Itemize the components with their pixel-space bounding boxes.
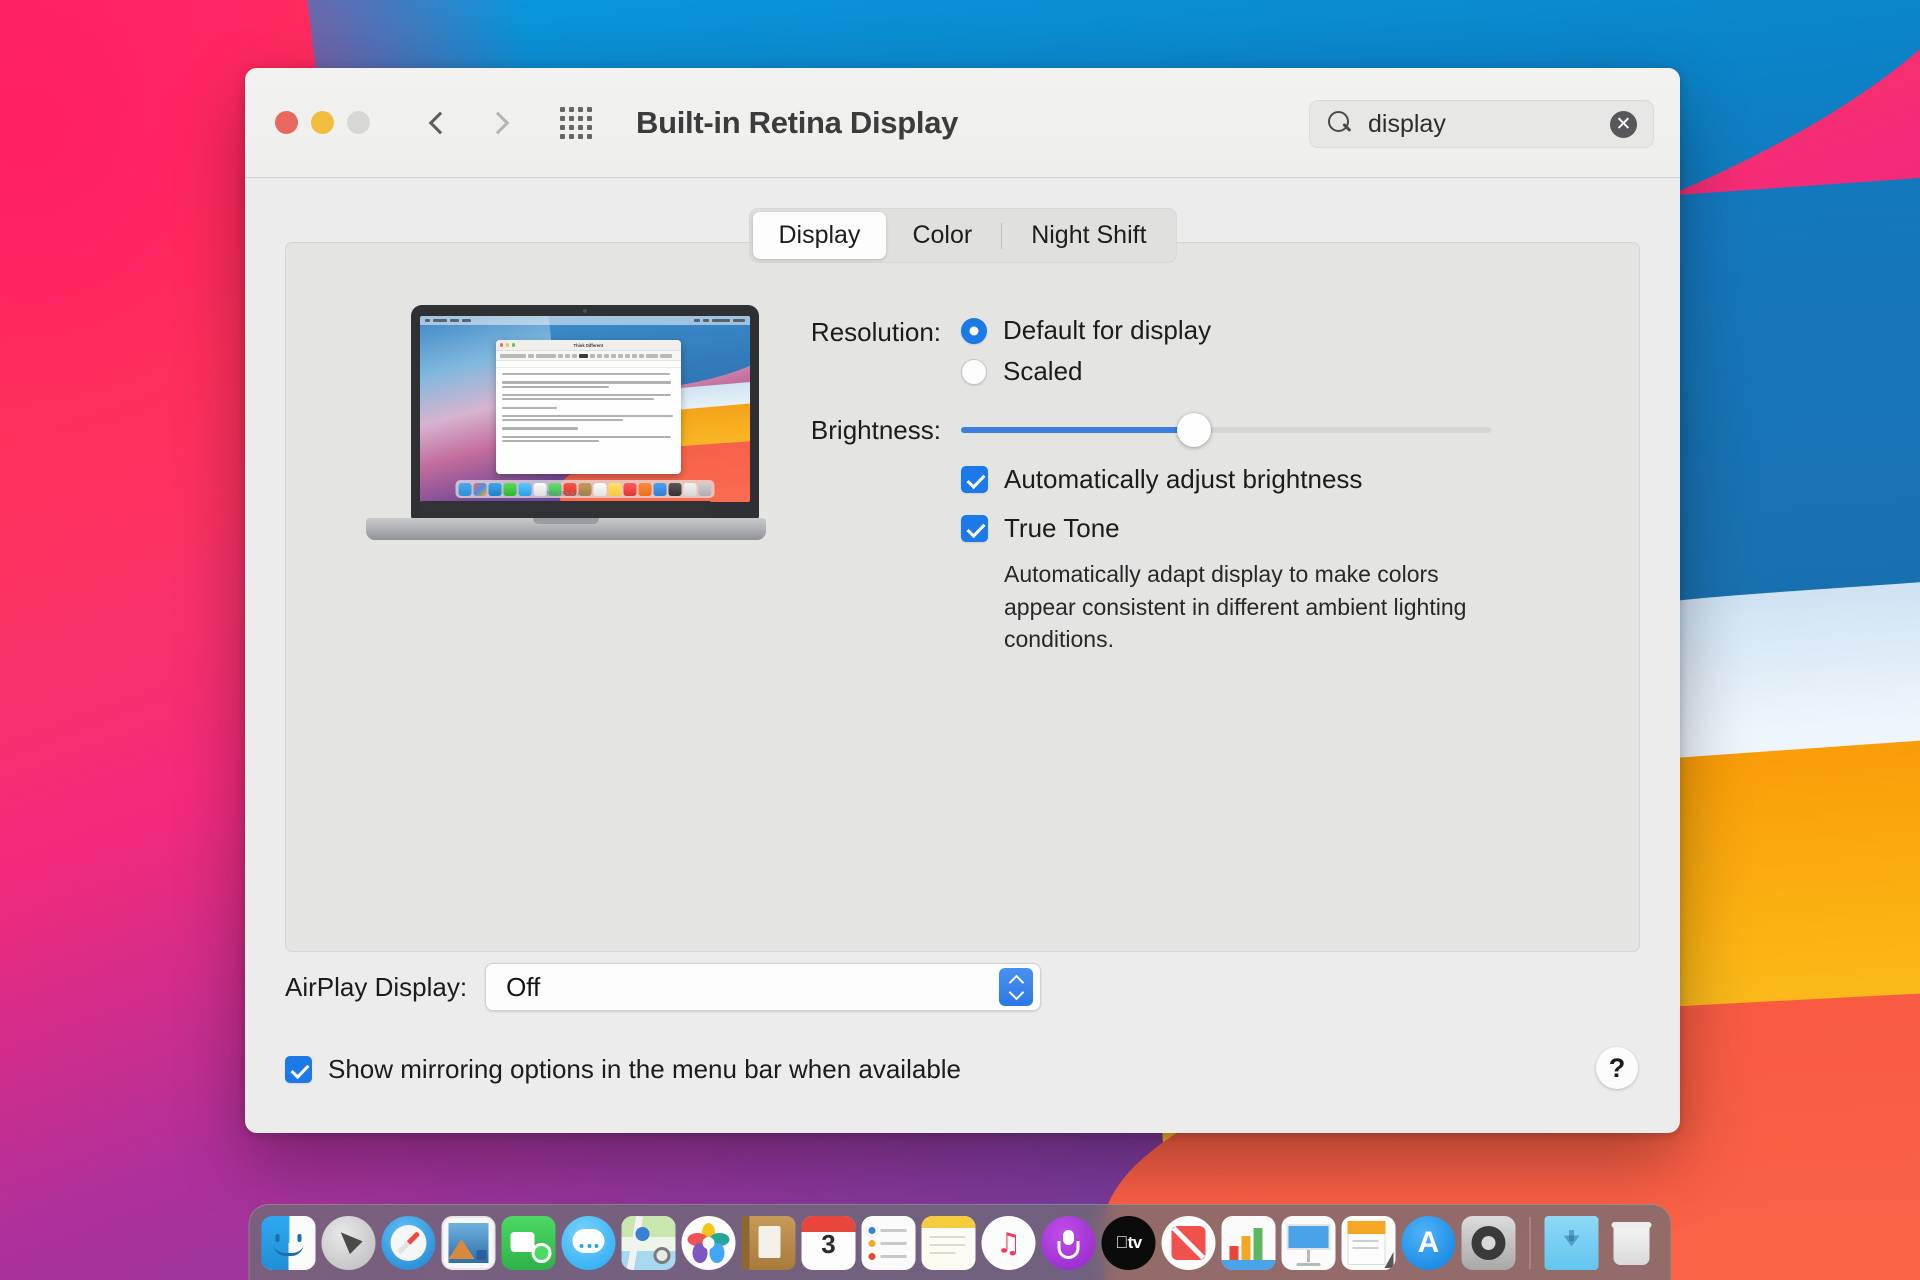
textedit-body-text [496, 368, 681, 449]
search-icon [1328, 111, 1354, 137]
dock-item-launchpad[interactable] [321, 1215, 376, 1270]
brightness-row: Brightness: [791, 412, 1571, 447]
display-controls: Resolution: Default for display Scaled B… [791, 315, 1571, 656]
chevron-updown-icon[interactable] [999, 968, 1034, 1006]
dock-item-messages[interactable] [561, 1215, 616, 1270]
checkbox-checked-icon[interactable] [961, 466, 988, 493]
desktop-wallpaper: Built-in Retina Display display ✕ Displa… [0, 0, 1920, 1280]
close-button[interactable] [275, 111, 298, 134]
macbook-menubar [420, 316, 750, 325]
chevron-left-icon [428, 111, 452, 134]
dock-item-music[interactable]: ♫ [981, 1215, 1036, 1270]
macbook-base [366, 518, 766, 540]
auto-brightness-label: Automatically adjust brightness [1004, 464, 1363, 494]
tab-color[interactable]: Color [886, 212, 998, 259]
minimize-button[interactable] [311, 111, 334, 134]
dock-item-system-preferences[interactable] [1461, 1215, 1516, 1270]
page-title: Built-in Retina Display [636, 104, 959, 140]
preferences-body: Display Color Night Shift Think Differen… [245, 178, 1680, 1133]
resolution-row: Resolution: Default for display Scaled [791, 315, 1571, 397]
true-tone-description: Automatically adapt display to make colo… [1004, 561, 1467, 653]
dock-item-tv[interactable]: tv [1101, 1215, 1156, 1270]
dock-item-maps[interactable] [621, 1215, 676, 1270]
airplay-select[interactable]: Off [485, 963, 1042, 1011]
brightness-label: Brightness: [810, 415, 941, 445]
textedit-toolbar [495, 351, 681, 362]
dock-item-pages[interactable] [1341, 1215, 1396, 1270]
dock-item-notes[interactable] [921, 1215, 976, 1270]
airplay-label: AirPlay Display: [285, 971, 468, 1002]
brightness-slider[interactable] [961, 412, 1491, 447]
back-button[interactable] [418, 99, 462, 147]
textedit-document-title: Think Different [573, 342, 604, 348]
checkbox-true-tone[interactable]: True Tone [961, 513, 1571, 544]
dock-item-safari[interactable] [381, 1215, 436, 1270]
traffic-light-group [275, 111, 370, 134]
zoom-button [347, 111, 370, 134]
dock-item-contacts[interactable] [741, 1215, 796, 1270]
search-input[interactable]: display [1368, 110, 1610, 139]
forward-button [476, 99, 520, 147]
macbook-illustration: Think Different MacBook Air [366, 305, 766, 555]
textedit-ruler [495, 361, 681, 369]
show-all-grid-icon[interactable] [560, 106, 592, 139]
resolution-label: Resolution: [810, 317, 941, 347]
radio-button-icon[interactable] [961, 358, 987, 385]
dock-item-downloads-folder[interactable] [1544, 1215, 1599, 1270]
calendar-day-number: 3 [821, 1228, 836, 1259]
clear-search-icon[interactable]: ✕ [1610, 110, 1637, 138]
dock-item-numbers[interactable] [1221, 1215, 1276, 1270]
dock-item-finder[interactable] [261, 1215, 316, 1270]
macbook-notch [533, 518, 599, 524]
display-settings-panel: Think Different MacBook Air Resolution: … [285, 242, 1640, 952]
macbook-lid: Think Different [411, 305, 759, 520]
macbook-model-label: MacBook Air [546, 491, 586, 498]
tab-separator [1001, 222, 1003, 249]
dock-item-keynote[interactable] [1281, 1215, 1336, 1270]
dock-item-podcasts[interactable] [1041, 1215, 1096, 1270]
tab-night-shift[interactable]: Night Shift [1005, 212, 1172, 259]
radio-button-selected-icon[interactable] [961, 317, 987, 344]
radio-default-label: Default for display [1003, 315, 1212, 345]
dock-separator [1529, 1216, 1531, 1269]
mirroring-label: Show mirroring options in the menu bar w… [328, 1054, 962, 1084]
radio-scaled-label: Scaled [1003, 356, 1083, 386]
checkbox-checked-icon[interactable] [285, 1056, 312, 1083]
window-titlebar: Built-in Retina Display display ✕ [245, 68, 1680, 178]
textedit-titlebar: Think Different [495, 340, 681, 352]
help-button[interactable]: ? [1596, 1047, 1638, 1089]
slider-knob[interactable] [1177, 412, 1212, 447]
dock: 3 ♫ tv [248, 1204, 1672, 1280]
dock-item-app-store[interactable]: A [1401, 1215, 1456, 1270]
dock-item-news[interactable] [1161, 1215, 1216, 1270]
dock-item-facetime[interactable] [501, 1215, 556, 1270]
dock-item-photos[interactable] [681, 1215, 736, 1270]
radio-scaled[interactable]: Scaled [961, 356, 1571, 387]
airplay-display-row: AirPlay Display: Off [285, 963, 1042, 1011]
mirroring-option-row[interactable]: Show mirroring options in the menu bar w… [285, 1054, 961, 1085]
chevron-right-icon [486, 111, 510, 134]
system-preferences-window: Built-in Retina Display display ✕ Displa… [245, 68, 1680, 1133]
tab-display[interactable]: Display [752, 212, 887, 259]
search-field[interactable]: display ✕ [1309, 100, 1654, 148]
dock-item-calendar[interactable]: 3 [801, 1215, 856, 1270]
slider-fill [961, 426, 1195, 433]
textedit-window: Think Different [495, 340, 681, 475]
dock-item-preview[interactable] [441, 1215, 496, 1270]
airplay-selected-value: Off [506, 971, 541, 1002]
checkbox-auto-brightness[interactable]: Automatically adjust brightness [961, 464, 1571, 495]
macbook-camera-icon [583, 309, 587, 313]
dock-item-trash[interactable] [1605, 1216, 1659, 1270]
dock-item-reminders[interactable] [861, 1215, 916, 1270]
tab-bar: Display Color Night Shift [748, 208, 1177, 263]
macbook-screen: Think Different [420, 316, 750, 502]
radio-default-for-display[interactable]: Default for display [961, 315, 1571, 346]
checkbox-checked-icon[interactable] [961, 515, 988, 542]
true-tone-label: True Tone [1004, 513, 1120, 543]
